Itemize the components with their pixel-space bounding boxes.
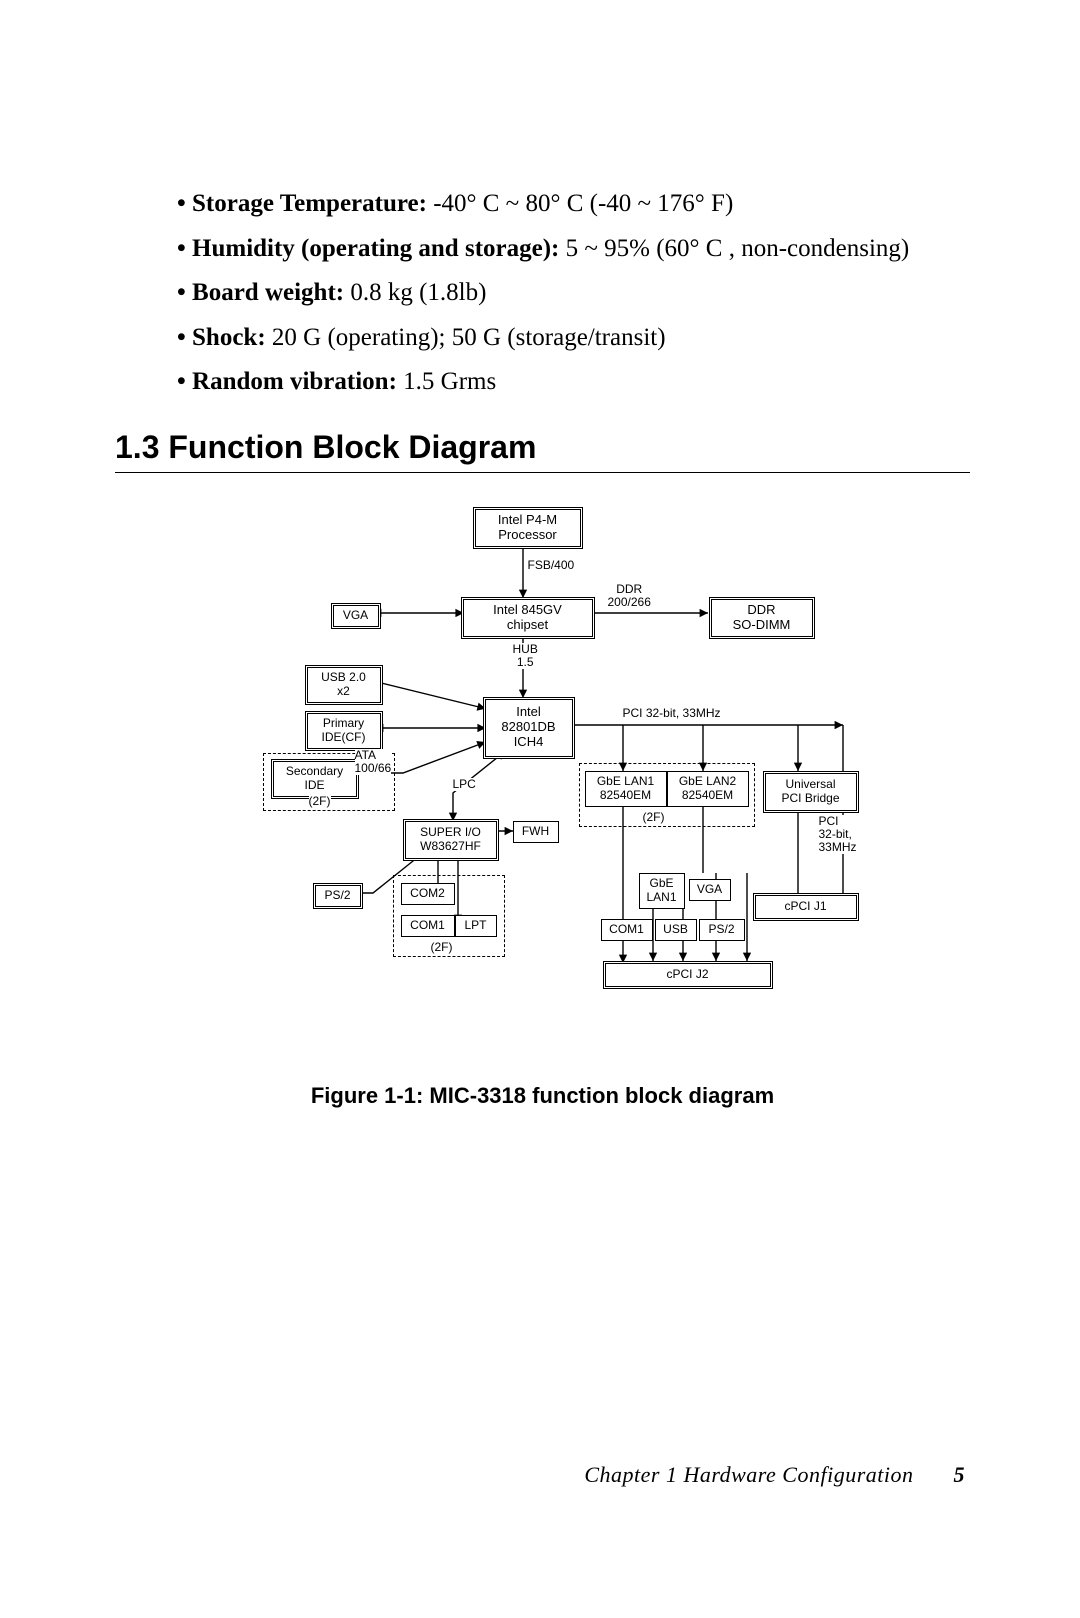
block-ps2-left: PS/2: [313, 883, 363, 909]
block-primary-ide: Primary IDE(CF): [305, 711, 383, 751]
label-hub: HUB 1.5: [513, 643, 538, 669]
label-sec-2f: (2F): [309, 795, 331, 808]
block-cpu: Intel P4-M Processor: [473, 507, 583, 549]
spec-item: • Storage Temperature: -40° C ~ 80° C (-…: [195, 185, 970, 223]
block-gbe-lan1-small: GbE LAN1: [639, 873, 685, 909]
block-gbe-lan1: GbE LAN1 82540EM: [585, 771, 667, 807]
block-universal-pci-bridge: Universal PCI Bridge: [763, 771, 859, 813]
block-com2: COM2: [401, 883, 455, 905]
spec-item: • Random vibration: 1.5 Grms: [195, 363, 970, 401]
block-gbe-lan2: GbE LAN2 82540EM: [667, 771, 749, 807]
block-vga-low: VGA: [689, 879, 731, 901]
figure-caption: Figure 1-1: MIC-3318 function block diag…: [115, 1083, 970, 1109]
label-io-2f: (2F): [431, 941, 453, 954]
block-ps2-low: PS/2: [699, 919, 745, 941]
label-ddr: DDR 200/266: [608, 583, 651, 609]
block-secondary-ide: Secondary IDE: [271, 759, 359, 799]
section-heading: 1.3 Function Block Diagram: [115, 429, 970, 466]
spec-list: • Storage Temperature: -40° C ~ 80° C (-…: [155, 185, 970, 401]
label-lpc: LPC: [453, 778, 476, 791]
block-superio: SUPER I/O W83627HF: [403, 819, 499, 861]
page-footer: Chapter 1 Hardware Configuration5: [584, 1462, 965, 1488]
block-ddr-sodimm: DDR SO-DIMM: [709, 597, 815, 639]
block-usb20: USB 2.0 x2: [305, 665, 383, 705]
label-lan-2f: (2F): [643, 811, 665, 824]
label-fsb: FSB/400: [528, 559, 575, 572]
block-845gv: Intel 845GV chipset: [461, 597, 595, 639]
block-ich4: Intel 82801DB ICH4: [483, 697, 575, 759]
block-usb-low: USB: [655, 919, 697, 941]
block-com1-left: COM1: [401, 915, 455, 937]
section-rule: [115, 472, 970, 473]
block-vga: VGA: [331, 603, 381, 629]
block-fwh: FWH: [513, 821, 559, 843]
block-com1-low: COM1: [601, 919, 653, 941]
spec-item: • Shock: 20 G (operating); 50 G (storage…: [195, 319, 970, 357]
spec-item: • Board weight: 0.8 kg (1.8lb): [195, 274, 970, 312]
label-pci-side: PCI 32-bit, 33MHz: [819, 815, 857, 855]
spec-item: • Humidity (operating and storage): 5 ~ …: [195, 230, 970, 268]
block-lpt: LPT: [455, 915, 497, 937]
label-pci-bus: PCI 32-bit, 33MHz: [623, 707, 721, 720]
block-cpci-j2: cPCI J2: [603, 961, 773, 989]
function-block-diagram: Intel P4-M Processor FSB/400 Intel 845GV…: [223, 503, 863, 1033]
label-ata: ATA 100/66: [355, 749, 392, 775]
block-cpci-j1: cPCI J1: [753, 893, 859, 921]
